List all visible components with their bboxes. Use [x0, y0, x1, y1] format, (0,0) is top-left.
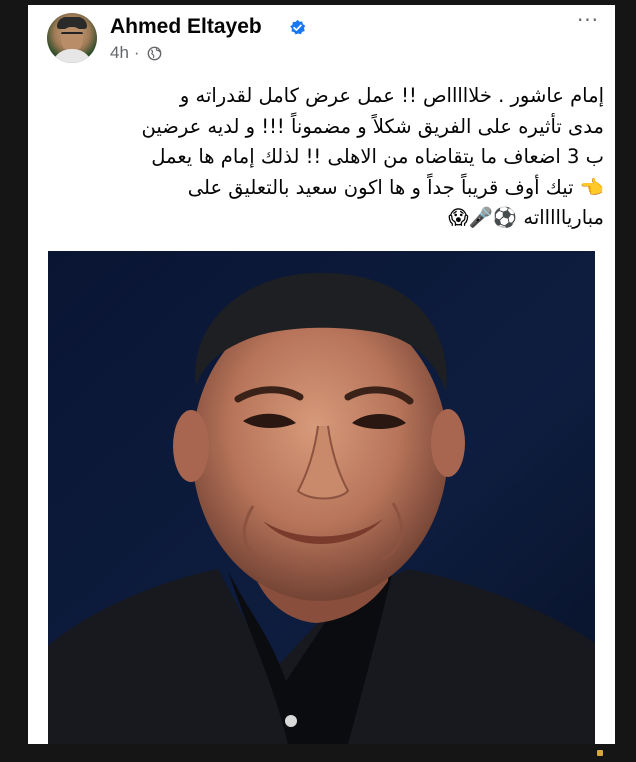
author-avatar[interactable] — [47, 13, 97, 63]
portrait-illustration — [48, 251, 595, 744]
globe-icon[interactable] — [147, 46, 162, 61]
post-body-line: إمام عاشور . خلاااااص !! عمل عرض كامل لق… — [179, 84, 604, 107]
post-body-line: مبارياااااته ⚽🎤😱 — [448, 206, 604, 229]
avatar-shirt — [51, 49, 93, 63]
avatar-glasses — [61, 32, 83, 39]
corner-marker — [597, 750, 603, 756]
verified-badge-icon — [290, 19, 306, 35]
post-timestamp[interactable]: 4h — [110, 43, 129, 63]
post-body-line: ب 3 اضعاف ما يتقاضاه من الاهلى !! لذلك إ… — [151, 145, 604, 168]
post-meta: 4h · — [110, 43, 162, 63]
meta-separator: · — [133, 43, 140, 62]
post-body-line: مدى تأثيره على الفريق شكلاً و مضموناً !!… — [141, 114, 604, 138]
post-photo[interactable] — [48, 251, 595, 744]
left-ear — [173, 410, 209, 482]
post-header: Ahmed Eltayeb 4h · ··· — [28, 5, 615, 67]
shirt-button — [285, 715, 297, 727]
screenshot-frame: Ahmed Eltayeb 4h · ··· إمام عاشور . خلاا… — [0, 0, 636, 762]
facebook-post: Ahmed Eltayeb 4h · ··· إمام عاشور . خلاا… — [28, 5, 615, 744]
right-ear — [431, 409, 465, 477]
post-body: إمام عاشور . خلاااااص !! عمل عرض كامل لق… — [40, 81, 604, 234]
more-options-icon[interactable]: ··· — [575, 10, 601, 35]
avatar-face — [61, 27, 83, 51]
post-body-line: 👈 تيك أوف قريباً جداً و ها اكون سعيد بال… — [187, 175, 604, 199]
author-name[interactable]: Ahmed Eltayeb — [110, 15, 262, 39]
